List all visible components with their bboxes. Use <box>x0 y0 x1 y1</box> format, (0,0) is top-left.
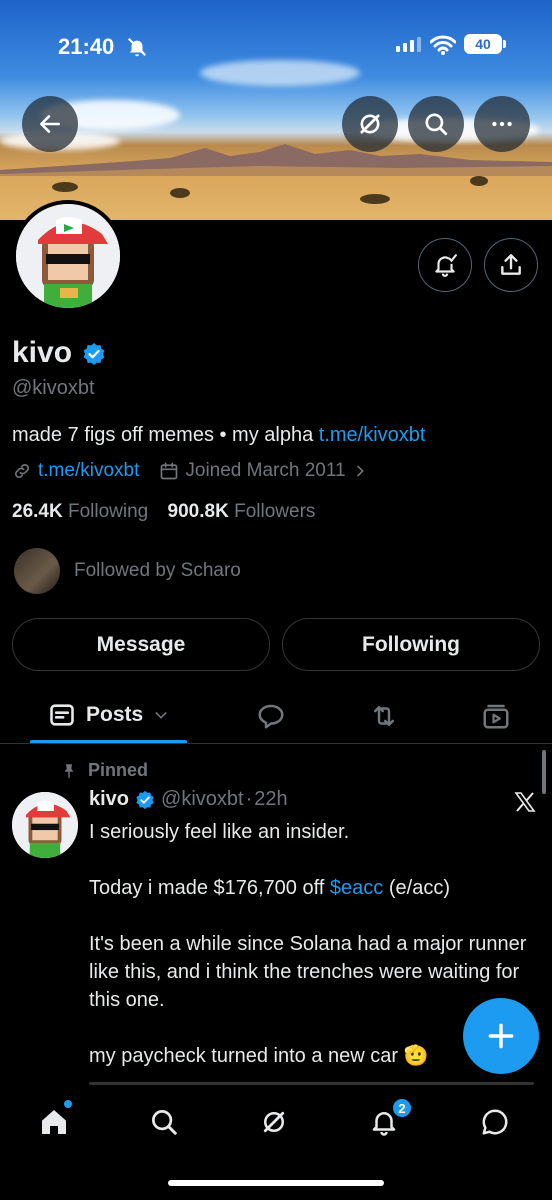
profile-avatar[interactable] <box>12 200 124 312</box>
wifi-icon <box>430 35 456 55</box>
chevron-right-icon <box>356 465 364 477</box>
bio-link[interactable]: t.me/kivoxbt <box>319 424 426 446</box>
banner-mountains <box>0 144 552 176</box>
bell-plus-icon <box>435 254 457 277</box>
share-icon <box>501 254 521 275</box>
tab-posts-label: Posts <box>86 703 144 726</box>
post-timestamp[interactable]: 22h <box>254 788 287 811</box>
followers-stat[interactable]: 900.8K Followers <box>168 501 316 522</box>
home-icon <box>42 1110 66 1134</box>
status-time: 21:40 <box>58 34 115 59</box>
home-indicator[interactable] <box>168 1180 384 1186</box>
posts-icon <box>50 704 74 726</box>
calendar-icon <box>161 462 178 480</box>
tab-media[interactable] <box>476 696 516 736</box>
followers-count: 900.8K <box>167 501 229 522</box>
banner-bush <box>360 194 390 204</box>
pinned-label: Pinned <box>88 760 149 780</box>
arrow-left-icon <box>40 115 60 133</box>
grok-icon <box>263 1111 285 1133</box>
avatar-illustration <box>12 792 78 858</box>
grok-button[interactable] <box>342 96 398 152</box>
share-button[interactable] <box>484 238 538 292</box>
more-horizontal-icon <box>492 121 512 127</box>
tab-reposts[interactable] <box>364 696 404 736</box>
status-bar: 21:40 40 <box>0 0 552 92</box>
post-text-segment: (e/acc) <box>383 877 450 899</box>
post-author-avatar[interactable] <box>12 792 78 858</box>
battery-cap <box>503 40 506 48</box>
tabs-divider <box>0 743 552 744</box>
post-author-handle[interactable]: @kivoxbt <box>161 788 244 811</box>
profile-handle: @kivoxbt <box>12 377 95 399</box>
post-paragraph: I seriously feel like an insider. <box>89 821 350 843</box>
notification-badge: 2 <box>392 1098 412 1118</box>
banner-bush <box>170 188 190 198</box>
nav-grok[interactable] <box>254 1102 294 1142</box>
profile-name: kivo <box>12 336 73 369</box>
tab-posts[interactable]: Posts <box>30 686 187 744</box>
banner-bush <box>470 176 488 186</box>
search-button[interactable] <box>408 96 464 152</box>
nav-search[interactable] <box>144 1102 184 1142</box>
following-count: 26.4K <box>12 501 63 522</box>
compose-post-button[interactable] <box>463 998 539 1074</box>
post-text-segment: Today i made $176,700 off <box>89 877 330 899</box>
verified-badge-icon <box>136 790 154 809</box>
post-paragraph: Today i made $176,700 off $eacc (e/acc) <box>89 874 539 902</box>
website-link[interactable]: t.me/kivoxbt <box>38 460 139 482</box>
following-button[interactable]: Following <box>282 618 540 671</box>
bell-off-icon <box>127 37 147 57</box>
home-unread-dot <box>64 1100 72 1108</box>
profile-tabs: Posts <box>0 686 552 744</box>
joined-date[interactable]: Joined March 2011 <box>185 460 345 482</box>
scrollbar[interactable] <box>542 750 546 794</box>
media-icon <box>483 704 509 729</box>
reply-icon <box>258 704 284 729</box>
following-stat[interactable]: 26.4K Following <box>12 501 148 522</box>
post-author-name[interactable]: kivo <box>89 788 129 811</box>
back-button[interactable] <box>22 96 78 152</box>
pin-icon <box>64 763 74 778</box>
message-button[interactable]: Message <box>12 618 270 671</box>
followed-by-row[interactable]: Followed by Scharo <box>14 548 241 594</box>
repost-icon <box>374 706 394 726</box>
cellular-signal-icon <box>396 36 421 52</box>
search-icon <box>152 1110 177 1135</box>
post-meta-separator: · <box>245 788 253 810</box>
profile-bio: made 7 figs off memes • my alpha t.me/ki… <box>12 424 425 447</box>
cashtag-link[interactable]: $eacc <box>330 877 383 899</box>
profile-stats: 26.4K Following 900.8K Followers <box>12 501 315 523</box>
post-media-edge[interactable] <box>89 1082 534 1085</box>
post-header: kivo @kivoxbt · 22h <box>89 788 288 811</box>
link-icon <box>15 464 29 478</box>
bio-text: made 7 figs off memes • my alpha <box>12 424 319 446</box>
following-stat-label: Following <box>67 501 149 522</box>
x-logo-icon <box>514 792 536 812</box>
search-icon <box>425 113 448 136</box>
nav-home[interactable] <box>34 1102 74 1142</box>
pinned-label-row: Pinned <box>60 760 148 781</box>
avatar-illustration <box>16 204 120 308</box>
followers-stat-label: Followers <box>234 501 316 522</box>
post-paragraph: It's been a while since Solana had a maj… <box>89 933 527 1011</box>
notifications-subscribe-button[interactable] <box>418 238 472 292</box>
banner-bush <box>52 182 78 192</box>
nav-messages[interactable] <box>475 1102 515 1142</box>
followed-by-text: Followed by Scharo <box>74 560 241 581</box>
messages-icon <box>482 1109 508 1135</box>
plus-icon <box>488 1023 514 1049</box>
follower-avatar <box>14 548 60 594</box>
chevron-down-icon <box>155 712 167 719</box>
more-options-button[interactable] <box>474 96 530 152</box>
tab-replies[interactable] <box>251 696 291 736</box>
profile-meta: t.me/kivoxbt Joined March 2011 <box>12 460 368 482</box>
grok-icon <box>360 114 380 134</box>
battery-level: 40 <box>464 34 502 54</box>
verified-badge-icon <box>83 343 105 365</box>
